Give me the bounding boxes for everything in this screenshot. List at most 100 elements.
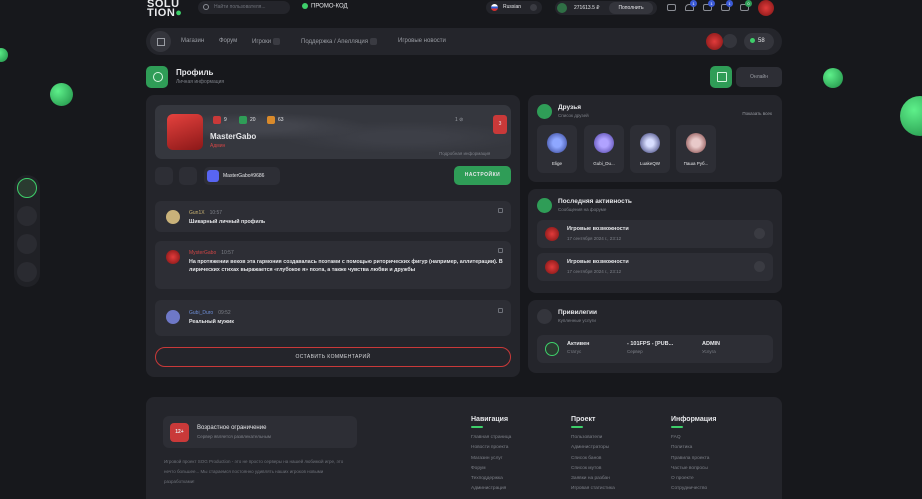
footer-link[interactable]: Главная страница	[471, 433, 511, 443]
link-icon: ⊘	[459, 117, 464, 123]
nav-avatar[interactable]	[706, 33, 723, 50]
nav-item-support[interactable]: Поддержка / Апелляция	[301, 38, 377, 45]
support-icon[interactable]	[17, 178, 37, 198]
privilege-status-icon	[545, 342, 559, 356]
activity-item[interactable]: Игровые возможности 17 сентября 2024 г.,…	[537, 253, 773, 281]
age-badge: 12+	[170, 423, 189, 442]
social-sidebar	[14, 175, 40, 287]
footer-link[interactable]: Заявки на разбан	[571, 474, 615, 484]
footer-link[interactable]: Пользователи	[571, 433, 615, 443]
profile-name: MasterGabo	[210, 132, 257, 141]
friend-card[interactable]: Elige	[537, 125, 577, 173]
balance-widget: 271613.5 ₽ Пополнить	[555, 1, 657, 15]
friend-card[interactable]: LuakeQW	[630, 125, 670, 173]
decor-circle	[50, 83, 73, 106]
footer-link[interactable]: Форум	[471, 464, 511, 474]
decor-circle	[823, 68, 843, 88]
friend-card[interactable]: Gubi_Du...	[584, 125, 624, 173]
friend-avatar	[594, 133, 614, 153]
wallet-icon	[557, 3, 567, 13]
comment-avatar	[166, 210, 180, 224]
comment-avatar	[166, 310, 180, 324]
footer-link[interactable]: Список банов	[571, 454, 615, 464]
footer-column-info: Информация FAQ Политика Правила проекта …	[671, 416, 716, 495]
search-input[interactable]: Найти пользователя...	[198, 1, 290, 14]
activity-avatar	[545, 260, 559, 274]
vk-button[interactable]	[179, 167, 197, 185]
discord-icon[interactable]	[17, 206, 37, 226]
more-info-link[interactable]: Подробная информация	[439, 151, 490, 156]
online-dot-icon	[750, 37, 755, 43]
activity-item[interactable]: Игровые возможности 17 сентября 2024 г.,…	[537, 220, 773, 248]
settings-button[interactable]: НАСТРОЙКИ	[454, 166, 511, 185]
site-footer: 12+ Возрастное ограничение Сервер являет…	[146, 397, 782, 499]
footer-link[interactable]: Частые вопросы	[671, 464, 716, 474]
site-logo[interactable]: SOLU TION●	[147, 0, 182, 19]
privileges-icon	[537, 309, 552, 324]
footer-link[interactable]: Новости проекта	[471, 443, 511, 453]
profile-role: Админ	[210, 143, 226, 149]
report-icon[interactable]	[498, 248, 503, 253]
comment-item: Gun1X 10:57 Шикарный личный профиль	[155, 201, 511, 232]
nav-item-forum[interactable]: Форум	[219, 38, 237, 44]
language-selector[interactable]: Russian	[486, 1, 542, 14]
links-count[interactable]: 1 ⊘	[455, 117, 463, 123]
user-avatar[interactable]	[758, 0, 774, 16]
friends-badge: 1	[726, 0, 733, 7]
footer-link[interactable]: Магазин услуг	[471, 454, 511, 464]
footer-link[interactable]: Сотрудничество	[671, 484, 716, 494]
footer-link[interactable]: FAQ	[671, 433, 716, 443]
leave-comment-button[interactable]: ОСТАВИТЬ КОММЕНТАРИЙ	[155, 347, 511, 367]
stat-posts: 20	[239, 115, 256, 125]
show-all-friends-link[interactable]: Показать всех	[742, 111, 772, 116]
privileges-panel: Привилегии Купленные услуги Активен Стату…	[528, 300, 782, 373]
friend-avatar	[640, 133, 660, 153]
discord-tag[interactable]: MasterGabo#9686	[204, 167, 280, 185]
mail-icon[interactable]	[667, 4, 676, 11]
friend-card[interactable]: Паша Руб...	[676, 125, 716, 173]
privilege-item[interactable]: Активен Статус - 101FPS - [PUB... Сервер A…	[537, 335, 773, 363]
top-header: SOLU TION● Найти пользователя... ПРОМО-К…	[0, 0, 922, 20]
footer-link[interactable]: Администраторы	[571, 443, 615, 453]
report-icon[interactable]	[498, 208, 503, 213]
search-icon	[203, 4, 209, 10]
promo-code-link[interactable]: ПРОМО-КОД	[302, 3, 348, 10]
friends-icon	[537, 104, 552, 119]
stat-likes: 63	[267, 115, 284, 125]
profile-icon	[146, 66, 168, 88]
telegram-button[interactable]	[155, 167, 173, 185]
edit-profile-button[interactable]	[710, 66, 732, 88]
footer-column-project: Проект Пользователи Администраторы Списо…	[571, 416, 615, 495]
page-title: Профиль	[176, 68, 214, 77]
topup-button[interactable]: Пополнить	[609, 2, 653, 14]
footer-link[interactable]: О проекте	[671, 474, 716, 484]
footer-link[interactable]: Техподдержка	[471, 474, 511, 484]
friends-panel: Друзья Список друзей Показать всех Elige…	[528, 95, 782, 182]
footer-link[interactable]: Политика	[671, 443, 716, 453]
footer-link[interactable]: Список мутов	[571, 464, 615, 474]
footer-link[interactable]: Администрация	[471, 484, 511, 494]
nav-item-shop[interactable]: Магазин	[181, 38, 204, 44]
status-badge: Онлайн	[736, 67, 782, 87]
nav-user-area: 58	[706, 33, 776, 50]
stat-reputation: 9	[213, 115, 227, 125]
chevron-down-icon	[530, 4, 537, 11]
arrow-right-icon	[754, 228, 765, 239]
posts-icon	[239, 115, 247, 124]
activity-icon	[537, 198, 552, 213]
online-counter: 58	[744, 33, 774, 50]
report-icon[interactable]	[498, 308, 503, 313]
nav-item-news[interactable]: Игровые новости	[398, 38, 446, 44]
nav-item-players[interactable]: Игроки	[252, 38, 281, 45]
rank-badge: 3	[493, 115, 507, 134]
decor-circle	[0, 48, 8, 62]
vk-icon[interactable]	[17, 262, 37, 282]
russia-flag-icon	[491, 4, 498, 11]
home-button[interactable]	[150, 31, 171, 52]
telegram-icon[interactable]	[17, 234, 37, 254]
footer-column-navigation: Навигация Главная страница Новости проек…	[471, 416, 511, 495]
page-subtitle: Личная информация	[176, 79, 225, 85]
footer-link[interactable]: Игровая статистика	[571, 484, 615, 494]
footer-link[interactable]: Правила проекта	[671, 454, 716, 464]
gear-icon[interactable]	[723, 34, 737, 48]
